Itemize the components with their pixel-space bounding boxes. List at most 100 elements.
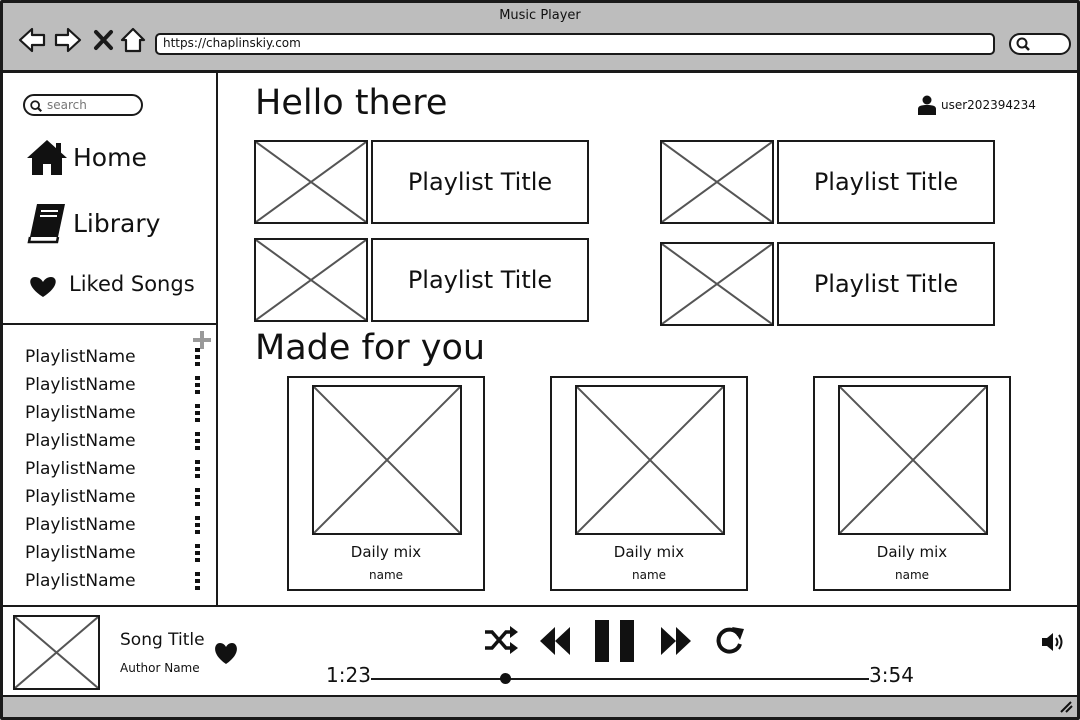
playlist-item[interactable]: PlaylistName (25, 427, 200, 455)
window-title: Music Player (499, 8, 581, 23)
search-icon (1016, 37, 1030, 51)
sidebar-item-label: Liked Songs (69, 272, 195, 296)
app-window: Music Player https://chaplinskiy.com sea… (0, 0, 1080, 720)
sidebar: search Home Library Liked Songs Playlist… (3, 73, 218, 605)
playlist-item[interactable]: PlaylistName (25, 511, 200, 539)
mix-card[interactable]: Daily mix name (550, 376, 748, 591)
url-input[interactable]: https://chaplinskiy.com (155, 33, 995, 55)
player-bar: Song Title Author Name 1:23 3:54 (3, 605, 1077, 695)
album-art-placeholder (13, 615, 100, 690)
book-icon (27, 204, 65, 244)
more-options-icon[interactable] (194, 544, 200, 562)
playlist-card[interactable]: Playlist Title (660, 242, 995, 326)
sidebar-item-label: Home (73, 142, 147, 172)
image-placeholder (312, 385, 462, 535)
browser-search-field[interactable] (1009, 33, 1071, 55)
progress-thumb[interactable] (499, 673, 511, 684)
username: user202394234 (941, 98, 1036, 112)
more-options-icon[interactable] (194, 376, 200, 394)
pause-button[interactable] (593, 619, 637, 667)
browser-toolbar: Music Player https://chaplinskiy.com (3, 3, 1077, 73)
playlist-title: Playlist Title (777, 242, 995, 326)
author-name: Author Name (120, 661, 200, 675)
playlist-title: Playlist Title (777, 140, 995, 224)
section-heading: Made for you (255, 328, 486, 368)
mix-title: Daily mix (350, 543, 422, 561)
home-icon (27, 140, 67, 175)
sidebar-item-home[interactable]: Home (25, 137, 147, 177)
more-options-icon[interactable] (194, 404, 200, 422)
image-placeholder (660, 242, 774, 326)
image-placeholder (254, 238, 368, 322)
volume-icon (1042, 633, 1063, 651)
playlist-item[interactable]: PlaylistName (25, 455, 200, 483)
playlist-card[interactable]: Playlist Title (254, 238, 589, 322)
rewind-button[interactable] (538, 625, 572, 661)
playlist-name: PlaylistName (25, 515, 136, 535)
playlist-item[interactable]: PlaylistName (25, 539, 200, 567)
status-bar (3, 695, 1077, 717)
more-options-icon[interactable] (194, 432, 200, 450)
playlist-item[interactable]: PlaylistName (25, 483, 200, 511)
repeat-button[interactable] (713, 623, 747, 661)
repeat-icon (716, 627, 744, 654)
shuffle-button[interactable] (483, 623, 519, 661)
sidebar-item-liked-songs[interactable]: Liked Songs (25, 269, 195, 299)
image-placeholder (838, 385, 988, 535)
like-button[interactable] (213, 641, 239, 669)
more-options-icon[interactable] (194, 348, 200, 366)
playlist-name: PlaylistName (25, 543, 136, 563)
rewind-icon (540, 627, 570, 655)
playlist-name: PlaylistName (25, 431, 136, 451)
sidebar-divider (3, 323, 218, 325)
total-time: 3:54 (869, 663, 914, 687)
sidebar-item-label: Library (73, 208, 161, 238)
mix-subtitle: name (894, 568, 930, 582)
progress-track[interactable] (371, 678, 869, 680)
image-placeholder (660, 140, 774, 224)
mix-card[interactable]: Daily mix name (813, 376, 1011, 591)
playlist-name: PlaylistName (25, 487, 136, 507)
search-input[interactable]: search (23, 94, 143, 116)
playlist-name: PlaylistName (25, 459, 136, 479)
image-placeholder (575, 385, 725, 535)
heart-icon (30, 277, 56, 297)
playlist-item[interactable]: PlaylistName (25, 371, 200, 399)
resize-grip-icon[interactable] (1059, 701, 1073, 713)
pause-icon (595, 620, 634, 662)
close-icon[interactable] (91, 25, 121, 55)
song-title: Song Title (120, 630, 205, 650)
playlist-title: Playlist Title (371, 140, 589, 224)
sidebar-item-library[interactable]: Library (25, 201, 160, 245)
fast-forward-button[interactable] (659, 625, 693, 661)
playlist-list: PlaylistName PlaylistName PlaylistName P… (25, 343, 200, 595)
mix-title: Daily mix (876, 543, 948, 561)
more-options-icon[interactable] (194, 488, 200, 506)
volume-button[interactable] (1041, 631, 1067, 657)
playlist-card[interactable]: Playlist Title (254, 140, 589, 224)
back-arrow-icon[interactable] (17, 25, 47, 55)
heart-icon (215, 643, 237, 664)
playlist-item[interactable]: PlaylistName (25, 567, 200, 595)
search-placeholder: search (47, 98, 87, 112)
mix-subtitle: name (631, 568, 667, 582)
home-icon[interactable] (119, 25, 149, 55)
fast-forward-icon (661, 627, 691, 655)
mix-card[interactable]: Daily mix name (287, 376, 485, 591)
mix-subtitle: name (368, 568, 404, 582)
playlist-item[interactable]: PlaylistName (25, 343, 200, 371)
more-options-icon[interactable] (194, 460, 200, 478)
more-options-icon[interactable] (194, 516, 200, 534)
mix-title: Daily mix (613, 543, 685, 561)
playlist-item[interactable]: PlaylistName (25, 399, 200, 427)
playlist-name: PlaylistName (25, 347, 136, 367)
main-content: Hello there user202394234 Playlist Title… (220, 73, 1077, 605)
shuffle-icon (485, 626, 518, 654)
forward-arrow-icon[interactable] (53, 25, 83, 55)
more-options-icon[interactable] (194, 572, 200, 590)
playlist-name: PlaylistName (25, 403, 136, 423)
page-title: Hello there (255, 83, 448, 123)
user-profile[interactable]: user202394234 (918, 95, 1036, 115)
playlist-card[interactable]: Playlist Title (660, 140, 995, 224)
user-icon (918, 95, 936, 115)
